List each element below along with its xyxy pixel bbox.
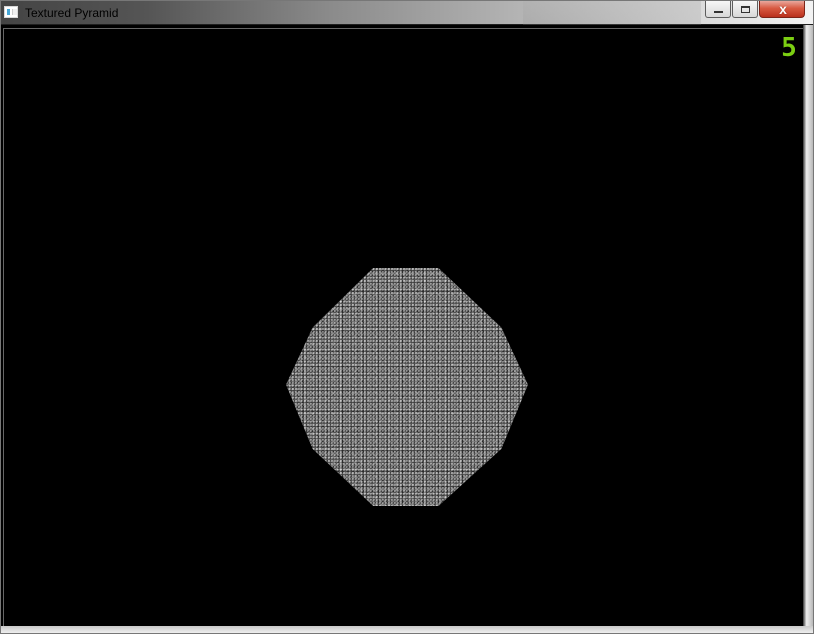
close-icon: x (779, 1, 787, 17)
title-bar[interactable]: Textured Pyramid x (1, 1, 813, 25)
window-right-border[interactable] (803, 25, 813, 633)
window-app-icon (4, 6, 18, 18)
application-window: Textured Pyramid x 5 (0, 0, 814, 634)
minimize-button[interactable] (705, 1, 731, 18)
minimize-icon (714, 11, 723, 13)
window-controls: x (701, 1, 805, 19)
frame-counter: 5 (781, 33, 797, 63)
render-viewport[interactable]: 5 (3, 28, 804, 628)
background-window-shadow (523, 1, 701, 25)
close-button[interactable]: x (759, 1, 805, 18)
window-title: Textured Pyramid (25, 6, 119, 20)
maximize-button[interactable] (732, 1, 758, 18)
maximize-icon (741, 6, 750, 13)
window-bottom-border[interactable] (1, 626, 813, 633)
textured-pyramid (286, 268, 528, 506)
